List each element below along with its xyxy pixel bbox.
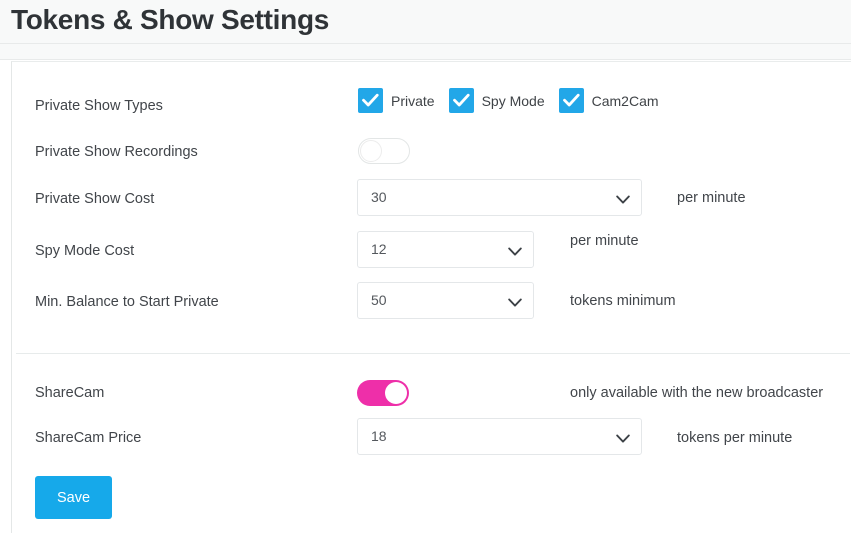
save-button[interactable]: Save [35, 476, 112, 519]
row-sharecam-price: ShareCam Price 18 tokens per minute [12, 418, 851, 468]
settings-card: Private Show Types Private Spy Mode Cam2… [11, 61, 851, 533]
select-value-sharecam-price: 18 [371, 428, 387, 444]
select-min-balance[interactable]: 50 [357, 282, 534, 319]
section-divider [16, 353, 850, 354]
checkbox-label-cam2cam: Cam2Cam [591, 92, 659, 109]
label-sharecam-price: ShareCam Price [35, 430, 142, 446]
checkbox-item-cam2cam[interactable]: Cam2Cam [558, 88, 659, 113]
select-value-private-show-cost: 30 [371, 189, 387, 205]
checkbox-checked-icon[interactable] [558, 88, 584, 113]
toggle-private-show-recordings[interactable] [358, 138, 410, 164]
row-min-balance: Min. Balance to Start Private 50 tokens … [12, 282, 851, 332]
select-sharecam-price[interactable]: 18 [357, 418, 642, 455]
chevron-down-icon[interactable] [508, 295, 522, 313]
suffix-private-show-cost: per minute [677, 190, 746, 206]
suffix-sharecam-price: tokens per minute [677, 430, 793, 446]
row-sharecam: ShareCam only available with the new bro… [12, 380, 851, 423]
row-private-show-types: Private Show Types Private Spy Mode Cam2… [12, 88, 851, 136]
checkbox-item-spy-mode[interactable]: Spy Mode [448, 88, 545, 113]
suffix-spy-mode-cost: per minute [570, 233, 639, 249]
select-value-min-balance: 50 [371, 292, 387, 308]
select-value-spy-mode-cost: 12 [371, 241, 387, 257]
row-spy-mode-cost: Spy Mode Cost 12 per minute [12, 231, 851, 281]
chevron-down-icon[interactable] [616, 431, 630, 449]
label-private-show-cost: Private Show Cost [35, 191, 155, 207]
page-header: Tokens & Show Settings [0, 0, 851, 44]
chevron-down-icon[interactable] [616, 192, 630, 210]
suffix-min-balance: tokens minimum [570, 293, 676, 309]
label-spy-mode-cost: Spy Mode Cost [35, 243, 135, 259]
checkbox-label-private: Private [391, 92, 435, 109]
header-spacer-strip [0, 44, 851, 60]
label-private-show-types: Private Show Types [35, 98, 163, 114]
label-private-show-recordings: Private Show Recordings [35, 144, 198, 160]
note-sharecam: only available with the new broadcaster [570, 385, 824, 401]
toggle-sharecam[interactable] [357, 380, 409, 406]
checkbox-label-spy-mode: Spy Mode [481, 92, 545, 109]
page-title: Tokens & Show Settings [11, 4, 330, 35]
toggle-knob [385, 382, 407, 404]
label-sharecam: ShareCam [35, 385, 105, 401]
checkbox-checked-icon[interactable] [358, 88, 383, 113]
checkbox-checked-icon[interactable] [448, 88, 474, 113]
toggle-knob [360, 140, 382, 162]
select-private-show-cost[interactable]: 30 [357, 179, 642, 216]
row-private-show-cost: Private Show Cost 30 per minute [12, 179, 851, 229]
checkbox-group-private-show-types: Private Spy Mode Cam2Cam [358, 88, 659, 113]
label-min-balance: Min. Balance to Start Private [35, 294, 219, 310]
chevron-down-icon[interactable] [508, 244, 522, 262]
checkbox-item-private[interactable]: Private [358, 88, 435, 113]
row-private-show-recordings: Private Show Recordings [12, 138, 851, 182]
select-spy-mode-cost[interactable]: 12 [357, 231, 534, 268]
